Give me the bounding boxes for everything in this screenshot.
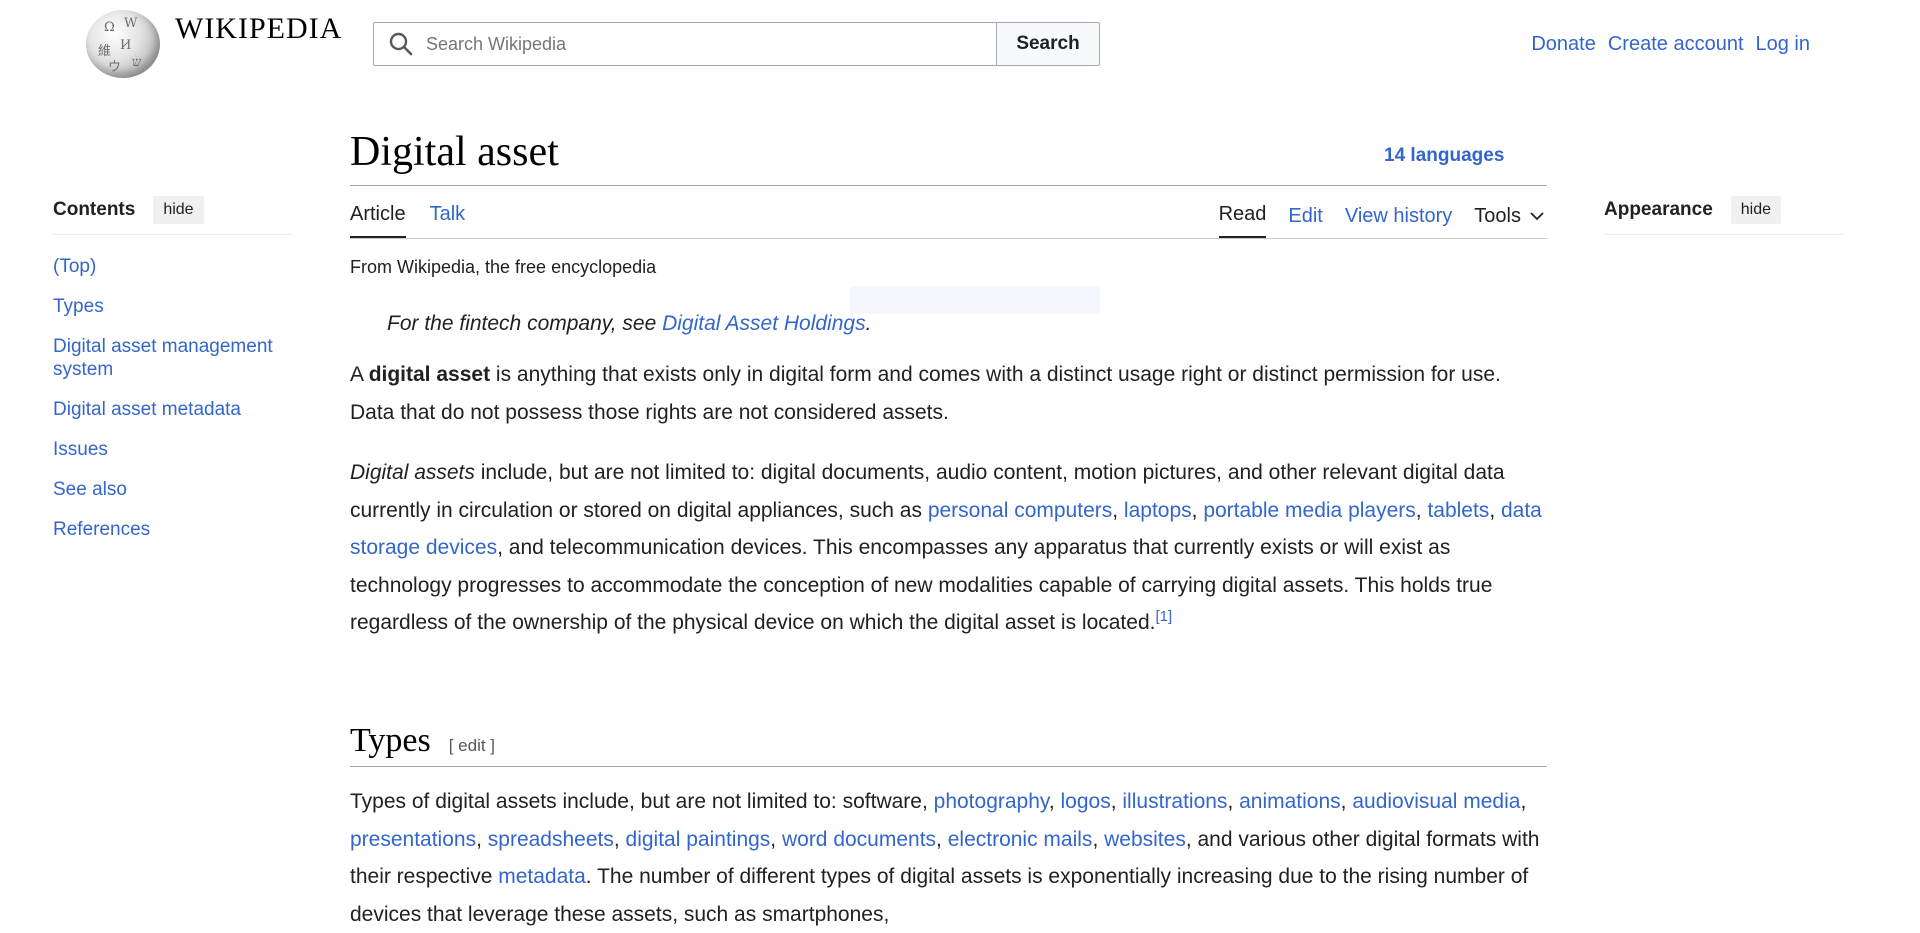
tabs-divider (350, 238, 1547, 239)
chevron-down-icon (1530, 212, 1544, 221)
edit-section-link[interactable]: [ edit ] (449, 736, 495, 756)
toc-item-see-also[interactable]: See also (53, 479, 127, 500)
search-input[interactable] (424, 32, 968, 56)
link-spreadsheets[interactable]: spreadsheets (488, 828, 614, 851)
user-links: Donate Create account Log in (1531, 33, 1810, 56)
languages-button[interactable]: 14 languages (1384, 145, 1504, 167)
link-portable-media-players[interactable]: portable media players (1203, 499, 1415, 522)
link-presentations[interactable]: presentations (350, 828, 476, 851)
search-field (373, 22, 997, 66)
toc-item-dam-system[interactable]: Digital asset management system (53, 336, 273, 380)
hatnote: For the fintech company, see Digital Ass… (387, 312, 871, 336)
tab-article[interactable]: Article (350, 203, 406, 239)
toc-item-top[interactable]: (Top) (53, 256, 96, 277)
reference-1[interactable]: [1] (1155, 608, 1172, 625)
toc-item-references[interactable]: References (53, 519, 150, 540)
toc-item-issues[interactable]: Issues (53, 439, 108, 460)
types-heading: Types (350, 722, 431, 759)
appearance-header: Appearance hide (1604, 196, 1844, 235)
link-photography[interactable]: photography (934, 790, 1049, 813)
site-tagline: From Wikipedia, the free encyclopedia (350, 257, 657, 277)
create-account-link[interactable]: Create account (1608, 33, 1744, 56)
toc-hide-button[interactable]: hide (153, 196, 204, 224)
tab-read[interactable]: Read (1218, 203, 1267, 239)
paragraph-digital-assets: Digital assets include, but are not limi… (350, 461, 1542, 634)
text-run: Types of digital assets include, but are… (350, 790, 934, 813)
page-title: Digital asset (350, 129, 559, 175)
wikipedia-wordmark[interactable]: WIKIPEDIA (175, 12, 342, 46)
tools-menu[interactable]: Tools (1474, 205, 1545, 238)
text-run: is anything that exists only in digital … (350, 363, 1501, 424)
search-icon (389, 32, 413, 56)
link-electronic-mails[interactable]: electronic mails (948, 828, 1093, 851)
toc-title: Contents (53, 199, 136, 220)
link-websites[interactable]: websites (1104, 828, 1186, 851)
tools-label: Tools (1474, 204, 1521, 227)
search-button[interactable]: Search (996, 22, 1100, 66)
link-tablets[interactable]: tablets (1427, 499, 1489, 522)
paragraph-types: Types of digital assets include, but are… (350, 790, 1540, 926)
toc-header: Contents hide (53, 196, 293, 235)
link-audiovisual-media[interactable]: audiovisual media (1352, 790, 1520, 813)
link-animations[interactable]: animations (1239, 790, 1341, 813)
paragraph-intro: A digital asset is anything that exists … (350, 356, 1550, 431)
link-metadata[interactable]: metadata (498, 865, 586, 888)
section-heading-types: Types [ edit ] (350, 722, 1547, 767)
title-divider (350, 185, 1547, 186)
view-tabs: Read Edit View history Tools (1218, 203, 1545, 239)
appearance-hide-button[interactable]: hide (1730, 196, 1782, 224)
link-digital-paintings[interactable]: digital paintings (626, 828, 771, 851)
text-run: and telecommunication devices. This enco… (350, 536, 1493, 634)
link-logos[interactable]: logos (1061, 790, 1111, 813)
hatnote-text: For the fintech company, see (387, 312, 663, 335)
italic-term: Digital assets (350, 461, 475, 484)
link-illustrations[interactable]: illustrations (1122, 790, 1227, 813)
appearance-title: Appearance (1604, 199, 1713, 220)
tab-talk[interactable]: Talk (430, 203, 466, 239)
hatnote-period: . (865, 312, 872, 335)
toc-item-types[interactable]: Types (53, 296, 104, 317)
hatnote-link[interactable]: Digital Asset Holdings (662, 312, 865, 335)
faded-tooltip (850, 286, 1100, 314)
namespace-tabs: Article Talk (350, 203, 465, 239)
link-personal-computers[interactable]: personal computers (928, 499, 1112, 522)
toc-item-metadata[interactable]: Digital asset metadata (53, 399, 241, 420)
donate-link[interactable]: Donate (1531, 33, 1596, 56)
login-link[interactable]: Log in (1756, 33, 1811, 56)
wikipedia-globe-logo[interactable]: Ω W 維 И ウ ש (86, 10, 160, 78)
text-run: A (350, 363, 369, 386)
toc-list: (Top) Types Digital asset management sys… (53, 255, 303, 558)
tab-edit[interactable]: Edit (1288, 205, 1322, 238)
link-laptops[interactable]: laptops (1124, 499, 1192, 522)
link-word-documents[interactable]: word documents (782, 828, 936, 851)
article-body: A digital asset is anything that exists … (350, 356, 1550, 665)
tab-view-history[interactable]: View history (1345, 205, 1452, 238)
bold-term: digital asset (368, 363, 491, 386)
